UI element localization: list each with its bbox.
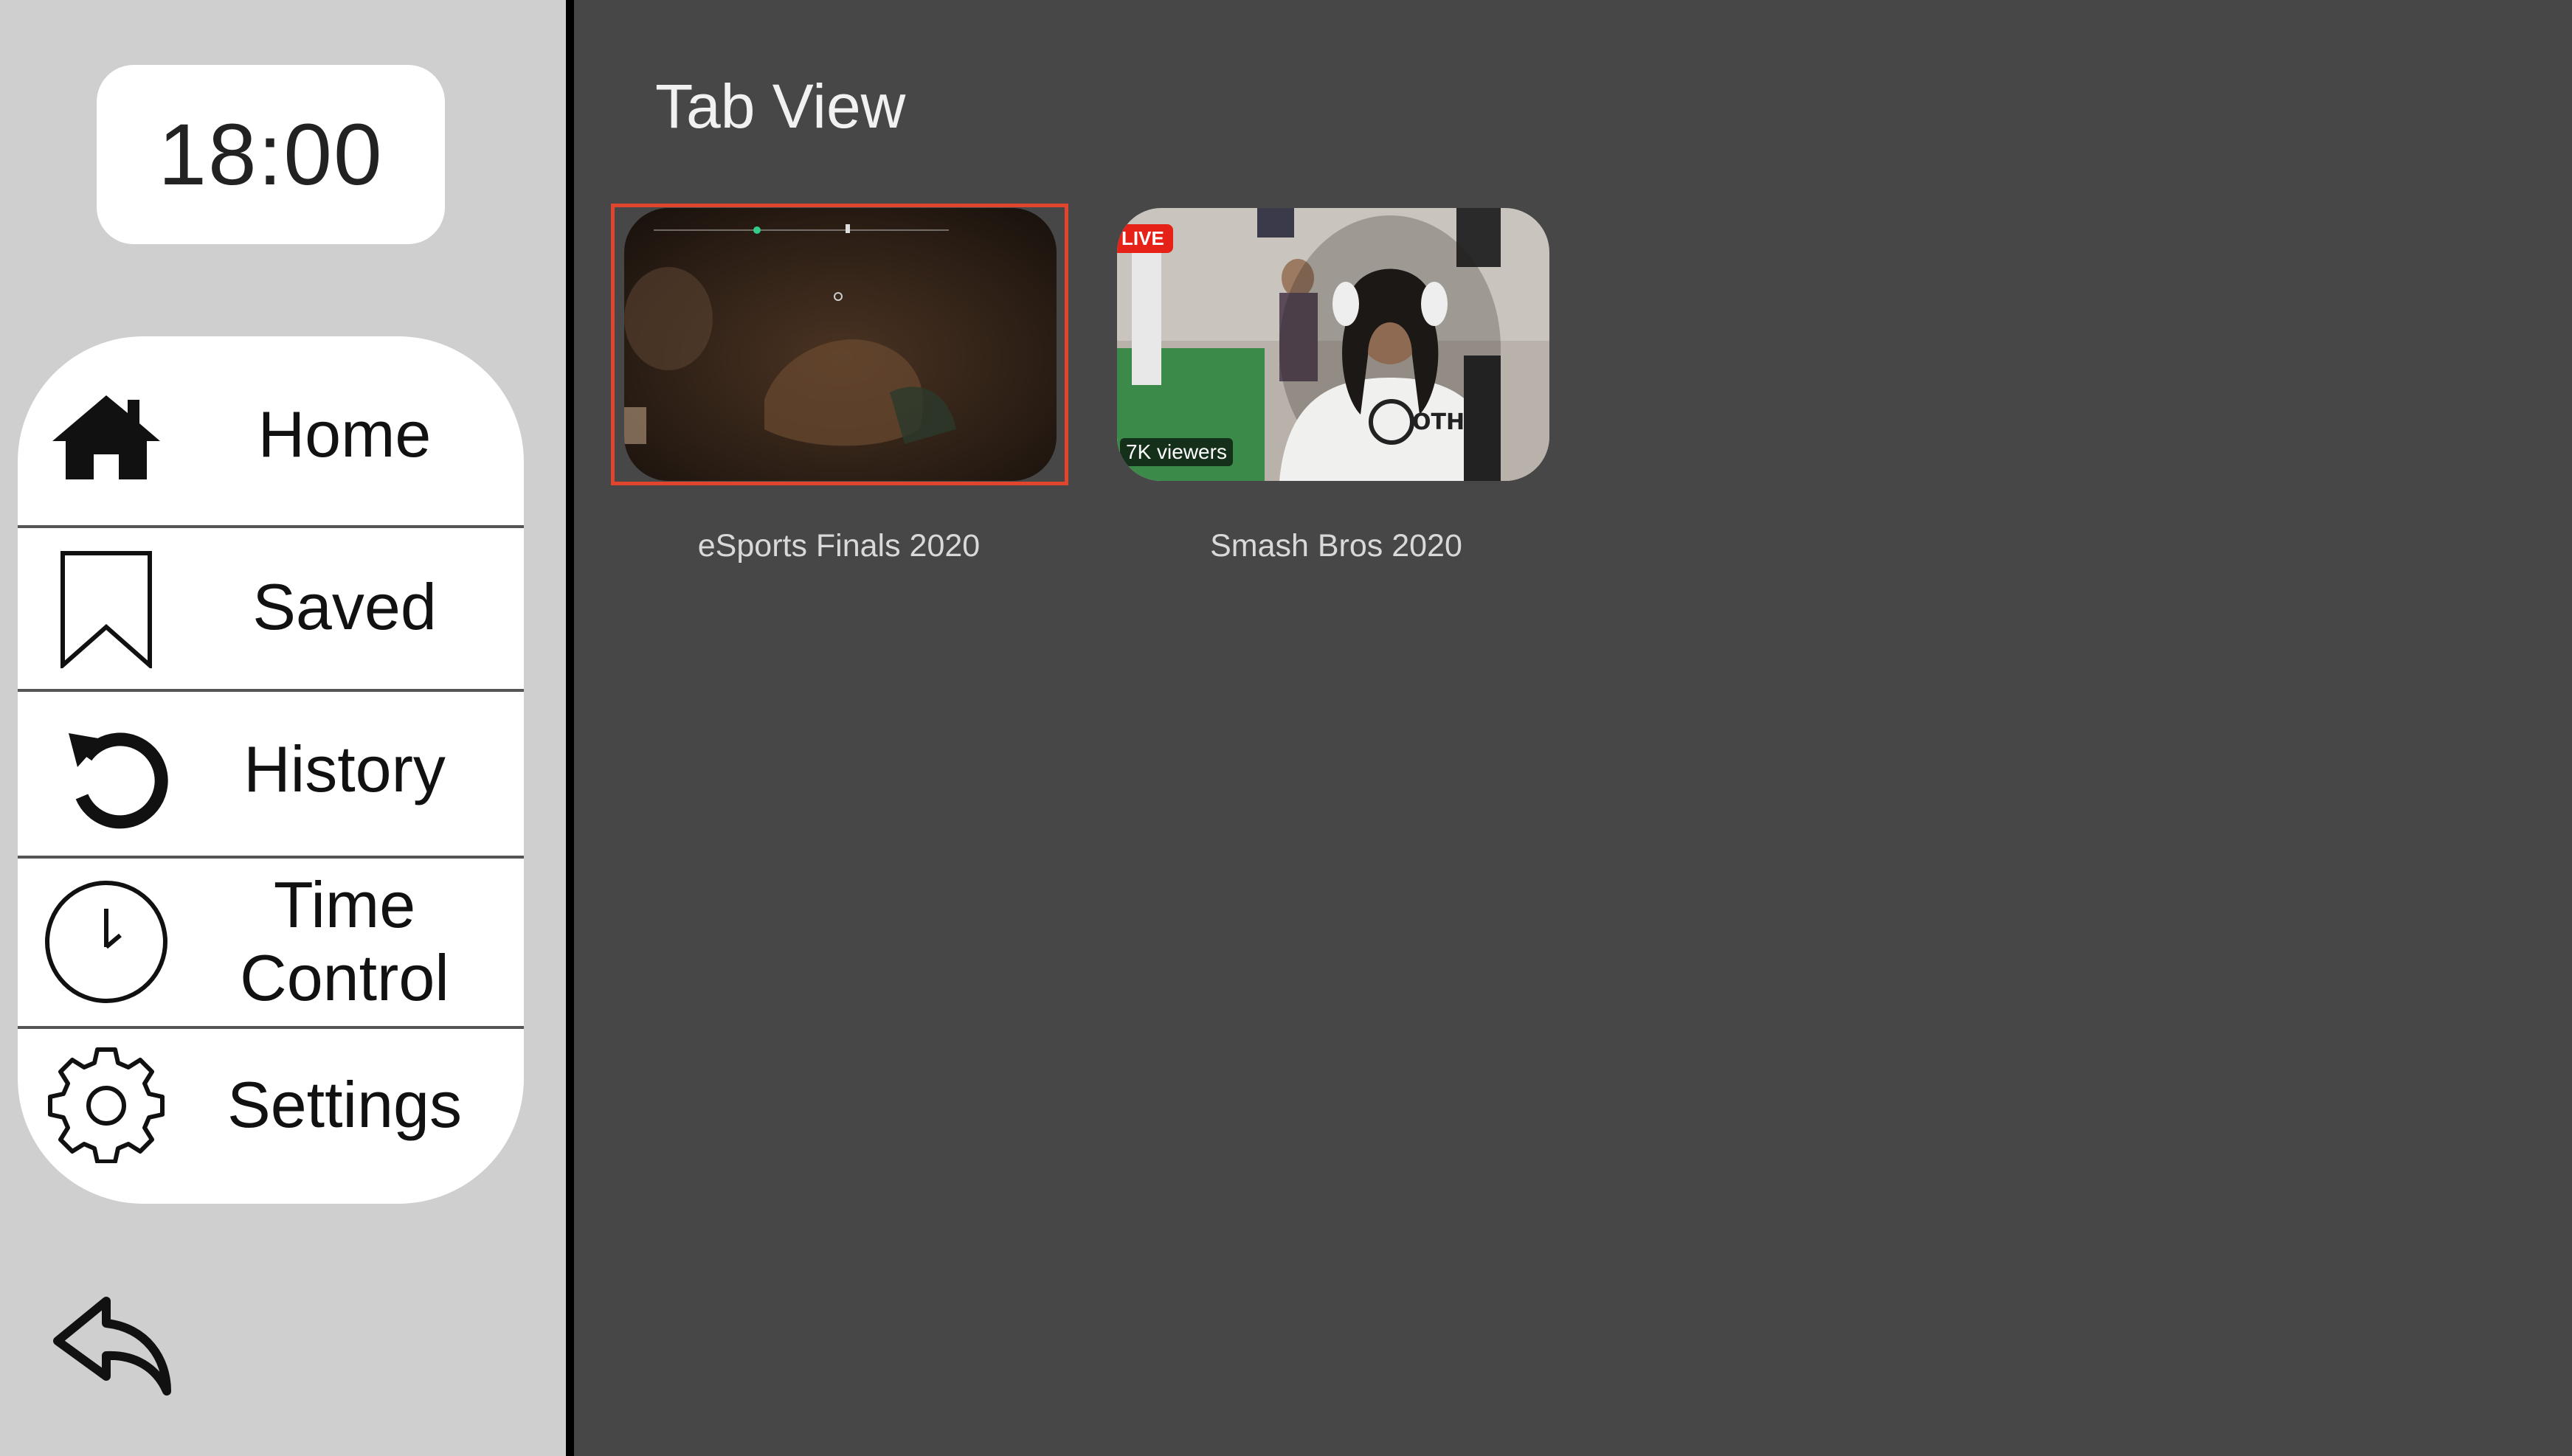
page-title: Tab View [655,72,906,141]
bookmark-icon [32,550,180,668]
nav-menu: Home Saved History Time Control Settings [18,336,524,1204]
video-card-title: eSports Finals 2020 [697,528,981,564]
sidebar-item-label: Time Control [240,868,449,1014]
video-card-esports-thumbnail[interactable] [624,208,1057,481]
back-button[interactable] [52,1297,177,1397]
sidebar-item-label: Settings [227,1068,462,1141]
sidebar: 18:00 Home Saved History Time Control Se… [0,0,566,1456]
video-thumbnail [624,208,1057,481]
sidebar-item-history[interactable]: History [18,692,524,856]
viewer-count-badge: 7K viewers [1120,438,1233,466]
history-icon [40,723,187,833]
video-card-title: Smash Bros 2020 [1210,528,1462,564]
sidebar-item-home[interactable]: Home [18,336,524,527]
live-badge: LIVE [1117,224,1173,253]
clock-display: 18:00 [97,65,445,244]
sidebar-item-label: History [243,732,446,805]
sidebar-item-time-control[interactable]: Time Control [18,859,524,1027]
sidebar-item-label: Saved [252,570,437,643]
app-root: 18:00 Home Saved History Time Control Se… [0,0,2572,1456]
sidebar-divider [566,0,574,1456]
video-card-smash-thumbnail[interactable]: OTH LIVE 7K viewers [1117,208,1549,481]
svg-text:OTH: OTH [1412,409,1465,435]
sidebar-item-label: Home [257,398,432,471]
gear-icon [32,1045,180,1163]
sidebar-item-saved[interactable]: Saved [18,528,524,689]
clock-icon [32,879,180,1005]
home-icon [32,392,180,481]
sidebar-item-settings[interactable]: Settings [18,1029,524,1204]
reply-back-icon [53,1297,171,1396]
